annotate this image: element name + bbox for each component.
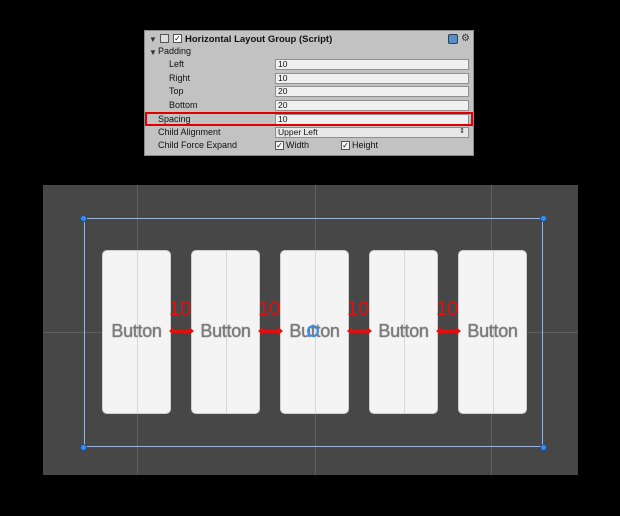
component-enabled-checkbox[interactable]: ✓ <box>173 34 182 43</box>
rect-handle-bottom-left[interactable] <box>80 444 87 451</box>
height-checkbox[interactable]: ✓ <box>341 141 350 150</box>
child-alignment-value: Upper Left <box>278 127 318 137</box>
child-alignment-row: Child Alignment Upper Left ⇕ <box>145 126 473 139</box>
button-label: Button <box>378 321 429 341</box>
child-alignment-label: Child Alignment <box>158 127 221 137</box>
spacing-annotation-3: 10 <box>347 298 370 320</box>
scene-button-1[interactable]: Button <box>102 250 171 414</box>
padding-left-row: Left 10 <box>145 58 473 71</box>
double-arrow-icon <box>258 327 283 335</box>
gear-icon[interactable]: ⚙ <box>461 33 470 44</box>
spacing-annotation-4: 10 <box>436 298 459 320</box>
padding-right-row: Right 10 <box>145 72 473 85</box>
scene-button-5[interactable]: Button <box>458 250 527 414</box>
dropdown-arrows-icon: ⇕ <box>459 128 465 135</box>
padding-left-field[interactable]: 10 <box>275 59 469 70</box>
padding-top-field[interactable]: 20 <box>275 86 469 97</box>
inspector-panel: ▼ ✓ Horizontal Layout Group (Script) ⚙ ▼… <box>144 30 474 156</box>
spacing-highlight-box <box>145 112 473 126</box>
scene-button-4[interactable]: Button <box>369 250 438 414</box>
spacing-annotation-1: 10 <box>169 298 192 320</box>
padding-top-row: Top 20 <box>145 85 473 98</box>
width-checkbox[interactable]: ✓ <box>275 141 284 150</box>
collapse-arrow-icon[interactable]: ▼ <box>149 35 157 44</box>
child-force-expand-label: Child Force Expand <box>158 140 238 150</box>
scene-view[interactable]: Button Button Button Button Button 10 10… <box>43 185 578 475</box>
padding-bottom-label: Bottom <box>169 100 198 110</box>
help-book-icon[interactable] <box>448 34 458 44</box>
rect-handle-top-right[interactable] <box>540 215 547 222</box>
pivot-icon[interactable] <box>307 325 319 337</box>
scene-button-2[interactable]: Button <box>191 250 260 414</box>
rect-handle-bottom-right[interactable] <box>540 444 547 451</box>
padding-left-label: Left <box>169 59 185 69</box>
padding-top-label: Top <box>169 86 184 96</box>
double-arrow-icon <box>169 327 194 335</box>
button-label: Button <box>467 321 518 341</box>
button-label: Button <box>200 321 251 341</box>
padding-label: Padding <box>158 46 192 56</box>
child-alignment-dropdown[interactable]: Upper Left ⇕ <box>275 127 469 138</box>
layout-component-icon <box>160 34 169 43</box>
padding-bottom-field[interactable]: 20 <box>275 100 469 111</box>
height-label: Height <box>352 140 379 150</box>
child-force-expand-row: Child Force Expand ✓ Width ✓ Height <box>145 139 473 152</box>
button-label: Button <box>111 321 162 341</box>
width-label: Width <box>286 140 310 150</box>
rect-handle-top-left[interactable] <box>80 215 87 222</box>
double-arrow-icon <box>347 327 372 335</box>
padding-right-label: Right <box>169 73 191 83</box>
double-arrow-icon <box>436 327 461 335</box>
spacing-annotation-2: 10 <box>258 298 281 320</box>
padding-bottom-row: Bottom 20 <box>145 99 473 112</box>
expand-arrow-icon[interactable]: ▼ <box>149 48 157 57</box>
padding-foldout[interactable]: ▼ Padding <box>145 45 473 58</box>
padding-right-field[interactable]: 10 <box>275 73 469 84</box>
